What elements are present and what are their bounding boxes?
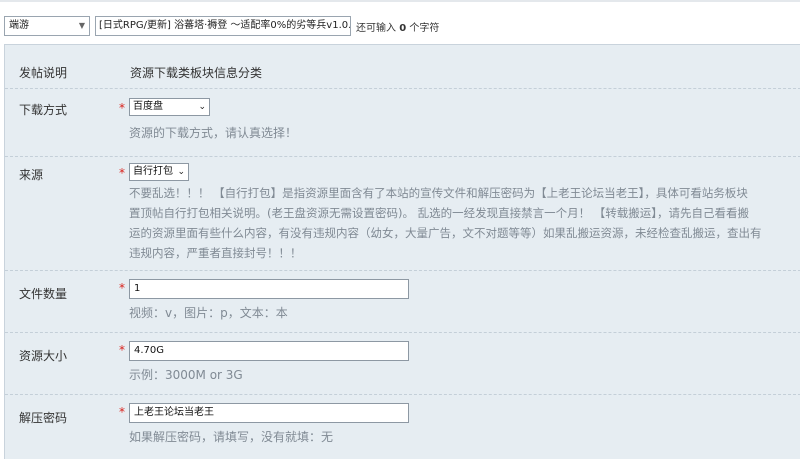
required-marker: * (119, 101, 125, 115)
row-posting-note: 发帖说明 资源下载类板块信息分类 (5, 45, 800, 89)
post-title-bar: 端游 ▼ [日式RPG/更新] 浴蕃塔·褥登 ～适配率0%的劣等兵v1.0.3 … (0, 0, 800, 44)
download-method-select[interactable]: 百度盘 ⌄ (129, 98, 210, 116)
source-hint-line: 置顶帖自行打包相关说明。(老王盘资源无需设置密码)。 乱选的一经发现直接禁言一个… (129, 206, 750, 220)
resource-size-label: 资源大小 (19, 349, 68, 363)
char-hint-prefix: 还可输入 (356, 23, 400, 34)
post-title-input[interactable]: [日式RPG/更新] 浴蕃塔·褥登 ～适配率0%的劣等兵v1.0.3 (95, 16, 351, 36)
source-hint: 不要乱选！！！ 【自行打包】是指资源里面含有了本站的宣传文件和解压密码为【上老王… (129, 183, 762, 263)
resource-info-form: 发帖说明 资源下载类板块信息分类 下载方式 * 百度盘 ⌄ 资源的下载方式，请认… (4, 44, 800, 459)
file-count-hint: 视频：v，图片：p，文本：本 (129, 306, 288, 320)
required-marker: * (119, 343, 125, 357)
chevron-down-icon: ⌄ (177, 167, 185, 177)
file-count-input[interactable]: 1 (129, 279, 409, 299)
posting-note-value: 资源下载类板块信息分类 (130, 66, 263, 80)
unzip-password-label: 解压密码 (19, 411, 68, 425)
download-method-hint: 资源的下载方式，请认真选择！ (129, 126, 298, 140)
required-marker: * (119, 281, 125, 295)
unzip-password-input[interactable]: 上老王论坛当老王 (129, 403, 409, 423)
row-unzip-password: 解压密码 * 上老王论坛当老王 如果解压密码，请填写，没有就填：无 (5, 395, 800, 459)
resource-size-hint: 示例：3000M or 3G (129, 368, 243, 382)
source-label: 来源 (19, 168, 44, 182)
required-marker: * (119, 166, 125, 180)
required-marker: * (119, 405, 125, 419)
source-hint-line: 违规内容，严重者直接封号！！！ (129, 246, 302, 260)
row-source: 来源 * 自行打包 ⌄ 不要乱选！！！ 【自行打包】是指资源里面含有了本站的宣传… (5, 157, 800, 271)
category-select-value: 端游 (9, 20, 29, 31)
row-resource-size: 资源大小 * 4.70G 示例：3000M or 3G (5, 333, 800, 395)
posting-note-label: 发帖说明 (19, 66, 68, 80)
source-select[interactable]: 自行打包 ⌄ (129, 163, 189, 181)
resource-size-input[interactable]: 4.70G (129, 341, 409, 361)
row-file-count: 文件数量 * 1 视频：v，图片：p，文本：本 (5, 271, 800, 333)
chevron-down-icon: ⌄ (198, 102, 206, 112)
chevron-down-icon: ▼ (78, 21, 85, 30)
source-hint-line: 运的资源里面有些什么内容，有没有违规内容（幼女，大量广告，文不对题等等）如果乱搬… (129, 226, 762, 240)
download-method-selected: 百度盘 (133, 101, 163, 112)
row-download-method: 下载方式 * 百度盘 ⌄ 资源的下载方式，请认真选择！ (5, 89, 800, 157)
source-selected: 自行打包 (133, 166, 173, 177)
top-divider (0, 0, 800, 2)
file-count-label: 文件数量 (19, 287, 68, 301)
download-method-label: 下载方式 (19, 103, 68, 117)
char-count-hint: 还可输入 0 个字符 (356, 19, 439, 34)
char-hint-suffix: 个字符 (406, 23, 440, 34)
source-hint-line: 不要乱选！！！ 【自行打包】是指资源里面含有了本站的宣传文件和解压密码为【上老王… (129, 186, 748, 200)
category-select[interactable]: 端游 ▼ (4, 16, 90, 36)
unzip-password-hint: 如果解压密码，请填写，没有就填：无 (129, 430, 334, 444)
